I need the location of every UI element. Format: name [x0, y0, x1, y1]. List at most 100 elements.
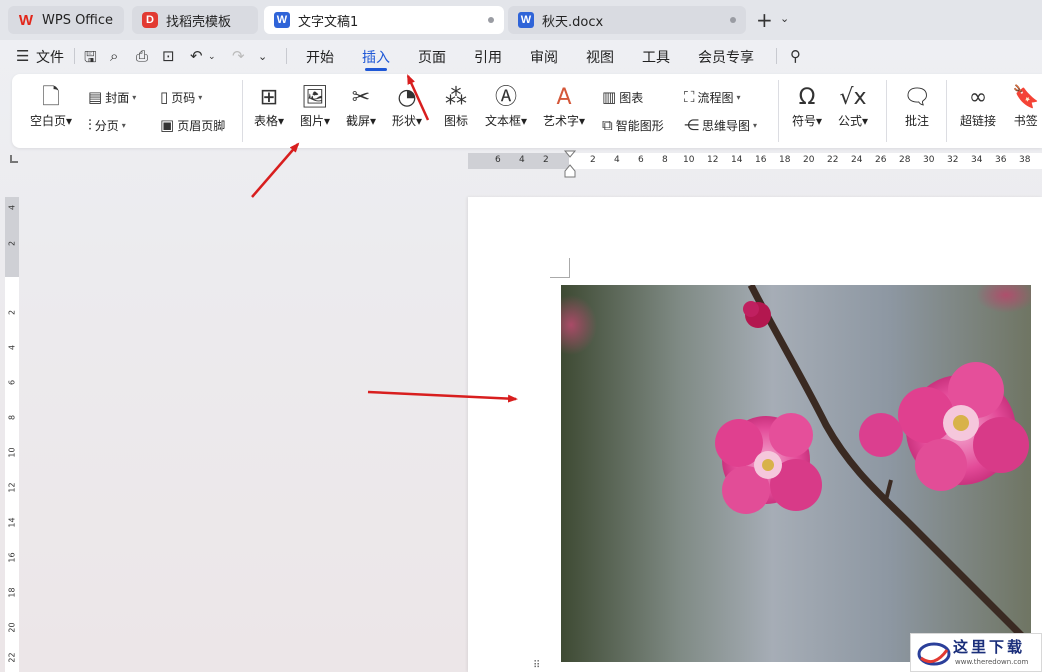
ruler-label: 10 [7, 447, 17, 458]
page-number-button[interactable]: ▯ 页码 ▾ [160, 88, 202, 106]
tab-autumn-docx[interactable]: W 秋天.docx [508, 6, 746, 34]
button-label: 封面 [105, 90, 130, 105]
ruler-label: 14 [731, 155, 743, 165]
ribbon-divider [778, 80, 779, 142]
page-break-button[interactable]: ⫶ 分页 ▾ [88, 116, 126, 134]
bookmark-button[interactable]: 🔖 书签 [1012, 84, 1039, 129]
flowchart-button[interactable]: ⛶ 流程图 ▾ [684, 88, 741, 106]
ruler-label: 8 [7, 414, 17, 421]
more-chevron-icon[interactable]: ⌄ [258, 50, 267, 63]
tab-bar: W WPS Office D 找稻壳模板 W 文字文稿1 W 秋天.docx +… [0, 0, 1042, 40]
ruler-label: 12 [707, 155, 719, 165]
button-label: 书签 [1013, 114, 1038, 128]
button-label: 截屏 [346, 114, 371, 128]
table-icon: ⊞ [259, 85, 279, 110]
blank-page-button[interactable]: 🗋 空白页▾ [30, 84, 72, 129]
hamburger-menu-icon[interactable]: ☰ [16, 47, 29, 65]
arrow-to-picture-button [251, 142, 300, 198]
picture-button[interactable]: 🖼 图片▾ [300, 84, 330, 129]
ruler-label: 14 [7, 517, 17, 528]
menu-page[interactable]: 页面 [418, 47, 446, 67]
chart-button[interactable]: ▥ 图表 [602, 88, 643, 106]
formula-button[interactable]: √x 公式▾ [838, 84, 868, 129]
undo-icon[interactable]: ↶ [190, 47, 203, 65]
menu-review[interactable]: 审阅 [530, 47, 558, 67]
ruler-label: 32 [947, 155, 959, 165]
ribbon-divider [886, 80, 887, 142]
symbol-button[interactable]: Ω 符号▾ [792, 84, 822, 129]
ribbon-divider [242, 80, 243, 142]
table-button[interactable]: ⊞ 表格▾ [254, 84, 284, 129]
tab-docer-templates[interactable]: D 找稻壳模板 [132, 6, 258, 34]
button-label: 批注 [904, 114, 929, 128]
vertical-ruler[interactable]: 4 2 2 4 6 8 10 12 14 16 18 20 22 [5, 197, 19, 672]
menu-membership[interactable]: 会员专享 [698, 47, 754, 67]
ruler-label: 28 [899, 155, 911, 165]
horizontal-ruler[interactable]: 6 4 2 2 4 6 8 10 12 14 16 18 20 22 24 26… [468, 153, 1042, 169]
indent-marker-icon[interactable] [562, 149, 578, 179]
tab-label: 文字文稿1 [298, 14, 359, 30]
new-tab-plus-icon[interactable]: + [756, 10, 773, 30]
formula-icon: √x [839, 85, 867, 110]
comment-button[interactable]: 🗨 批注 [903, 84, 931, 129]
chevron-down-icon[interactable]: ⌄ [780, 12, 789, 25]
button-label: 文本框 [485, 114, 522, 128]
save-icon[interactable]: 🖫 [84, 47, 97, 72]
hyperlink-button[interactable]: ∞ 超链接 [960, 84, 996, 129]
ruler-label: 30 [923, 155, 935, 165]
omega-symbol-icon: Ω [798, 85, 816, 110]
cover-icon: ▤ [88, 88, 103, 106]
menu-tools[interactable]: 工具 [642, 47, 670, 67]
format-painter-icon[interactable]: ⌕ [110, 47, 118, 65]
ruler-label: 24 [851, 155, 863, 165]
smartart-button[interactable]: ⧉ 智能图形 [602, 116, 664, 134]
textbox-button[interactable]: Ⓐ 文本框▾ [485, 84, 527, 129]
ruler-label: 2 [543, 155, 549, 165]
watermark-url: www.theredown.com [955, 658, 1029, 666]
ruler-label: 6 [638, 155, 644, 165]
inserted-plum-blossom-image[interactable] [561, 285, 1031, 662]
tab-wps-office[interactable]: W WPS Office [8, 6, 124, 34]
button-label: 图标 [444, 114, 469, 128]
menu-references[interactable]: 引用 [474, 47, 502, 67]
wordart-button[interactable]: A 艺术字▾ [543, 84, 585, 129]
print-icon[interactable]: ⎙ [136, 47, 148, 65]
divider [74, 48, 75, 64]
mindmap-button[interactable]: ⋲ 思维导图 ▾ [684, 116, 757, 134]
blossom-photo [561, 285, 1031, 662]
button-label: 表格 [254, 114, 279, 128]
ruler-label: 22 [7, 652, 17, 663]
unsaved-dot-icon [730, 17, 736, 23]
picture-icon: 🖼 [301, 85, 329, 110]
watermark-text: 这里下载 [953, 638, 1026, 656]
ruler-label: 4 [519, 155, 525, 165]
smartart-icon: ⧉ [602, 116, 613, 134]
button-label: 符号 [792, 114, 817, 128]
link-icon: ∞ [968, 85, 988, 110]
site-watermark: 这里下载 www.theredown.com [910, 633, 1042, 672]
menu-view[interactable]: 视图 [586, 47, 614, 67]
menu-insert[interactable]: 插入 [362, 47, 390, 67]
cover-button[interactable]: ▤ 封面 ▾ [88, 88, 136, 106]
tab-document-1[interactable]: W 文字文稿1 [264, 6, 504, 34]
shape-button[interactable]: ◔ 形状▾ [392, 84, 422, 129]
drag-handle-icon[interactable]: ⠿ [533, 660, 540, 671]
search-icon[interactable]: ⚲ [790, 47, 801, 65]
icon-button[interactable]: ⁂ 图标 [444, 84, 468, 129]
margin-corner-mark [550, 258, 570, 278]
ruler-label: 4 [614, 155, 620, 165]
icons-library-icon: ⁂ [445, 85, 467, 110]
chevron-down-icon[interactable]: ⌄ [208, 52, 216, 62]
menu-bar: ☰ 文件 🖫 ⌕ ⎙ ⊡ ↶ ⌄ ↷ ⌄ 开始 插入 页面 引用 审阅 视图 工… [0, 40, 1042, 72]
header-footer-button[interactable]: ▣ 页眉页脚 [160, 116, 225, 134]
screenshot-button[interactable]: ✂ 截屏▾ [346, 84, 376, 129]
word-doc-icon: W [274, 12, 290, 28]
ruler-label: 16 [7, 552, 17, 563]
button-label: 思维导图 [702, 118, 751, 133]
divider [286, 48, 287, 64]
menu-file[interactable]: 文件 [36, 47, 64, 67]
menu-home[interactable]: 开始 [306, 47, 334, 67]
ruler-label: 8 [662, 155, 668, 165]
print-preview-icon[interactable]: ⊡ [162, 47, 175, 65]
ruler-label: 12 [7, 482, 17, 493]
